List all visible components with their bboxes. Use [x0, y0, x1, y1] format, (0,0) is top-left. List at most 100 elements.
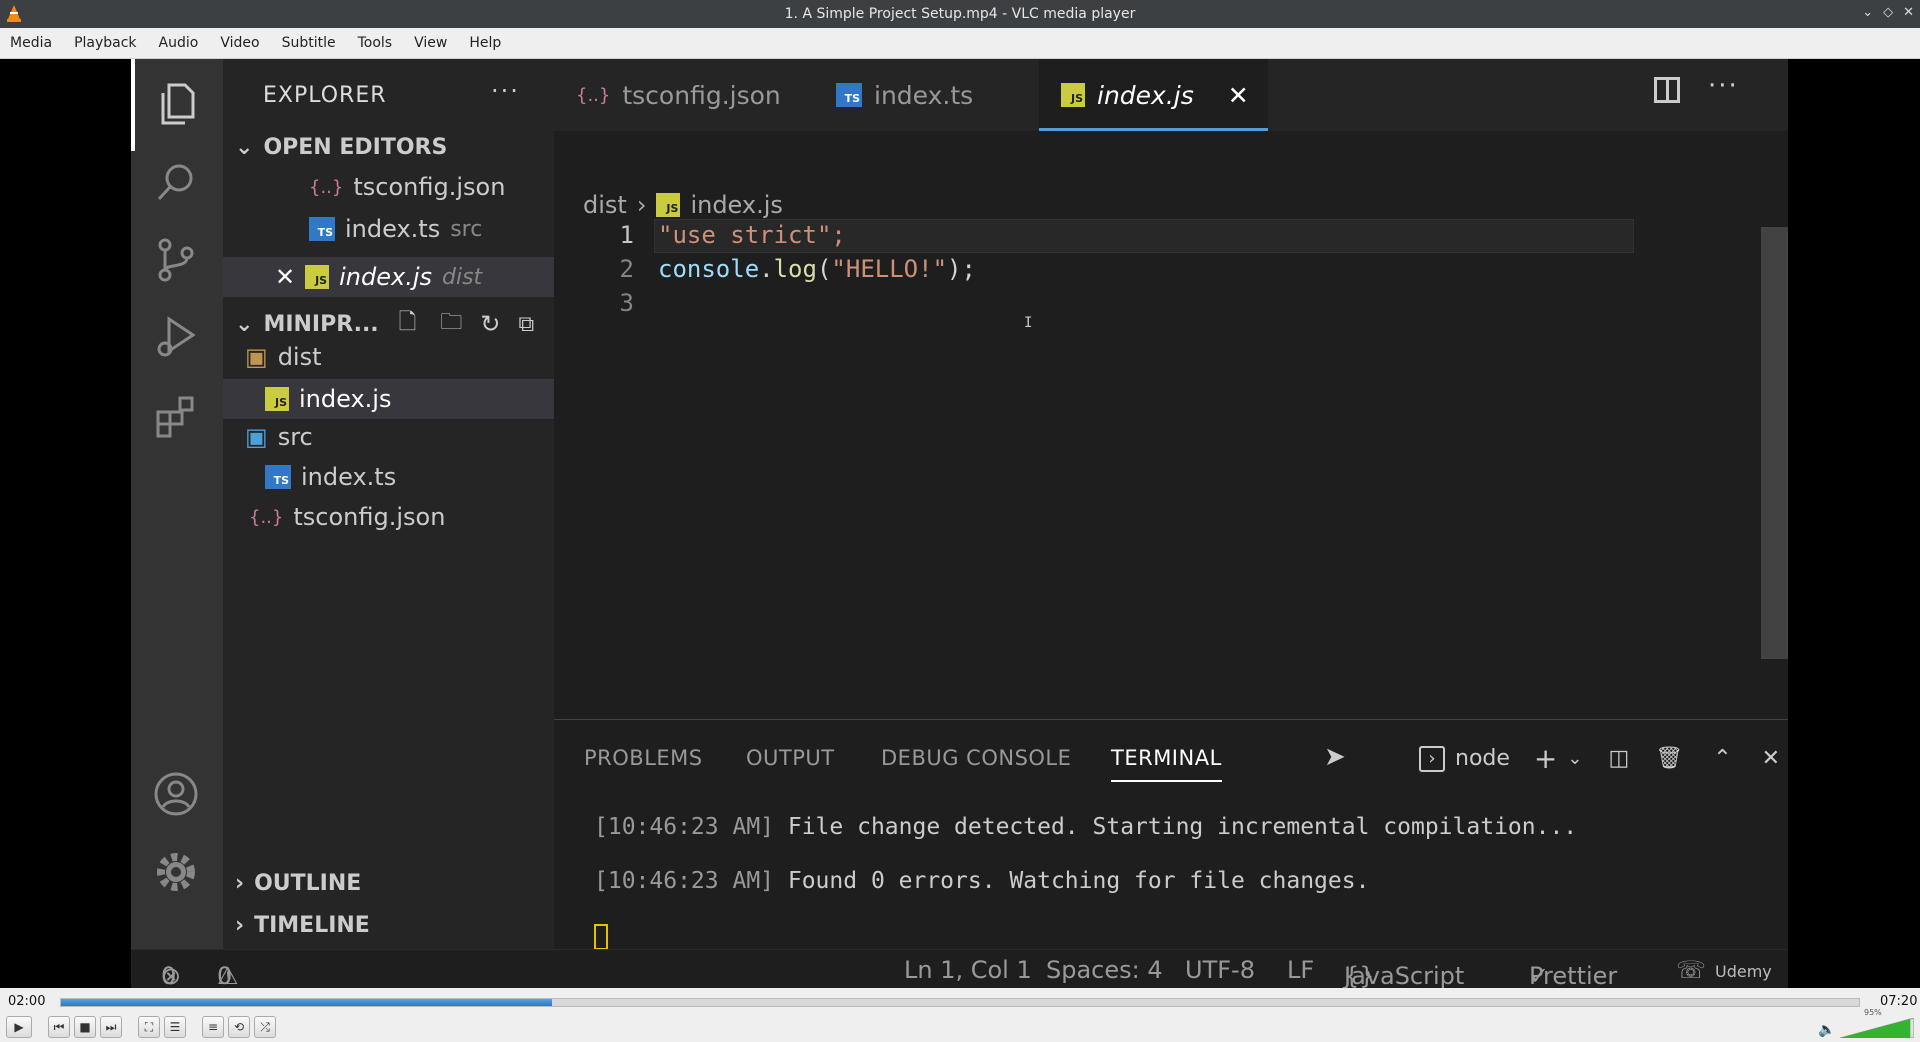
menu-video[interactable]: Video [220, 35, 259, 51]
line-number: 1 [619, 221, 634, 249]
open-editor-item-active: ✕ JS index.js dist [223, 257, 554, 297]
loop-button[interactable]: ⟲ [228, 1016, 250, 1038]
extensions-icon [149, 389, 203, 443]
explorer-title: EXPLORER [263, 83, 387, 108]
minimize-icon[interactable]: ⌄ [1862, 5, 1873, 20]
line-number: 3 [619, 289, 634, 317]
terminal-shell-selector: › node + ⌄ ◫ 🗑 ⌃ ✕ [1419, 742, 1780, 775]
tree-file-index-ts: TS index.ts [265, 463, 396, 491]
terminal-line: [10:46:23 AM] File change detected. Star… [594, 814, 1577, 840]
error-count: 0 [161, 962, 177, 988]
menu-playback[interactable]: Playback [74, 35, 136, 51]
terminal-message: File change detected. Starting increment… [774, 814, 1578, 840]
window-title: 1. A Simple Project Setup.mp4 - VLC medi… [784, 6, 1136, 22]
previous-button[interactable]: ⏮ [48, 1016, 70, 1038]
menu-help[interactable]: Help [469, 35, 501, 51]
typescript-icon: TS [836, 83, 862, 107]
javascript-icon: JS [265, 387, 289, 411]
next-button[interactable]: ⏭ [100, 1016, 122, 1038]
breadcrumb-separator-icon: › [636, 191, 647, 219]
code-token: ); [947, 255, 976, 283]
code-token: . [759, 255, 774, 283]
terminal-icon: › [1419, 745, 1445, 772]
folder-icon: ▣ [245, 423, 268, 451]
close-icon[interactable]: ✕ [1903, 5, 1914, 20]
search-icon [149, 155, 203, 209]
tree-item-label: dist [277, 343, 322, 371]
breadcrumb-file: index.js [690, 191, 783, 219]
menu-audio[interactable]: Audio [159, 35, 199, 51]
open-editor-name: tsconfig.json [353, 173, 506, 201]
tab-index-js: JS index.js ✕ [1039, 59, 1268, 131]
editor-tabs: {..} tsconfig.json TS index.ts JS index.… [554, 59, 1788, 131]
tab-problems: PROBLEMS [584, 746, 703, 770]
chevron-down-icon: ⌄ [235, 135, 254, 160]
volume-slider[interactable]: 95% [1839, 1008, 1915, 1039]
cursor-position: Ln 1, Col 1 [904, 956, 1032, 984]
video-area[interactable]: EXPLORER ··· ⌄ OPEN EDITORS {..} tsconfi… [0, 59, 1920, 988]
chevron-right-icon: › [235, 871, 245, 896]
tree-folder-dist: ▣ dist [245, 343, 322, 371]
tree-folder-src: ▣ src [245, 423, 313, 451]
split-editor-icon [1654, 77, 1680, 103]
menu-subtitle[interactable]: Subtitle [282, 35, 336, 51]
timeline-section: › TIMELINE [235, 913, 370, 938]
trash-icon: 🗑 [1655, 746, 1684, 771]
run-debug-icon [149, 311, 203, 365]
stop-button[interactable]: ■ [74, 1016, 96, 1038]
breadcrumb-folder: dist [583, 191, 627, 219]
code-token: log [773, 255, 817, 283]
activity-selected-indicator [131, 59, 135, 151]
tree-file-index-js: JS index.js [223, 379, 554, 419]
tab-debug-console: DEBUG CONSOLE [881, 746, 1072, 770]
line-ending: LF [1287, 956, 1315, 984]
open-editors-section: ⌄ OPEN EDITORS [235, 135, 447, 160]
more-actions-icon: ··· [491, 77, 520, 105]
elapsed-time: 02:00 [8, 994, 46, 1009]
json-icon: {..} [576, 84, 611, 106]
new-file-icon: 🗋 [398, 310, 431, 335]
editor-scrollbar [1761, 227, 1788, 659]
tree-item-label: index.js [299, 385, 392, 413]
tree-file-tsconfig: {..} tsconfig.json [249, 503, 445, 531]
seek-bar-fill [61, 999, 552, 1006]
code-line-2: console.log("HELLO!"); [658, 255, 976, 283]
terminal-timestamp: [10:46:23 AM] [594, 868, 775, 894]
menu-view[interactable]: View [414, 35, 447, 51]
chevron-down-icon: ⌄ [1567, 748, 1583, 769]
json-icon: {..} [249, 506, 284, 528]
maximize-panel-icon: ⌃ [1713, 746, 1732, 771]
javascript-icon: JS [305, 265, 330, 289]
shuffle-button[interactable]: ⤮ [254, 1016, 276, 1038]
line-number: 2 [619, 255, 634, 283]
seek-bar[interactable] [60, 998, 1860, 1007]
open-editor-name: index.ts [345, 215, 441, 243]
tab-label: index.ts [874, 80, 974, 110]
open-editor-name: index.js [339, 263, 432, 291]
split-terminal-icon: ◫ [1608, 746, 1630, 771]
new-terminal-icon: + [1533, 742, 1558, 775]
tab-terminal-label: TERMINAL [1111, 746, 1222, 770]
project-section: ⌄ MINIPR... 🗋 🗀 ↻ ⧉ [235, 305, 534, 343]
udemy-watermark: Udemy [1715, 962, 1772, 981]
encoding: UTF-8 [1185, 956, 1255, 984]
tree-item-label: src [277, 423, 313, 451]
tab-label: index.js [1097, 80, 1194, 110]
volume-bar [1839, 1017, 1915, 1039]
terminal-message: Found 0 errors. Watching for file change… [774, 868, 1370, 894]
playlist-button[interactable]: ≡ [202, 1016, 224, 1038]
tab-output: OUTPUT [746, 746, 835, 770]
code-token: console [658, 255, 760, 283]
menu-bar: Media Playback Audio Video Subtitle Tool… [0, 28, 1920, 59]
maximize-icon[interactable]: ◇ [1883, 5, 1893, 20]
menu-tools[interactable]: Tools [358, 35, 393, 51]
fullscreen-button[interactable]: ⛶ [138, 1016, 160, 1038]
open-editors-label: OPEN EDITORS [263, 135, 448, 160]
extended-settings-button[interactable]: ☰ [164, 1016, 186, 1038]
indentation: Spaces: 4 [1046, 956, 1163, 984]
speaker-icon[interactable]: 🔈 [1818, 1022, 1835, 1038]
open-editor-item: {..} tsconfig.json [309, 173, 505, 201]
refresh-icon: ↻ [480, 310, 501, 338]
menu-media[interactable]: Media [10, 35, 52, 51]
play-button[interactable]: ▶ [6, 1016, 32, 1038]
